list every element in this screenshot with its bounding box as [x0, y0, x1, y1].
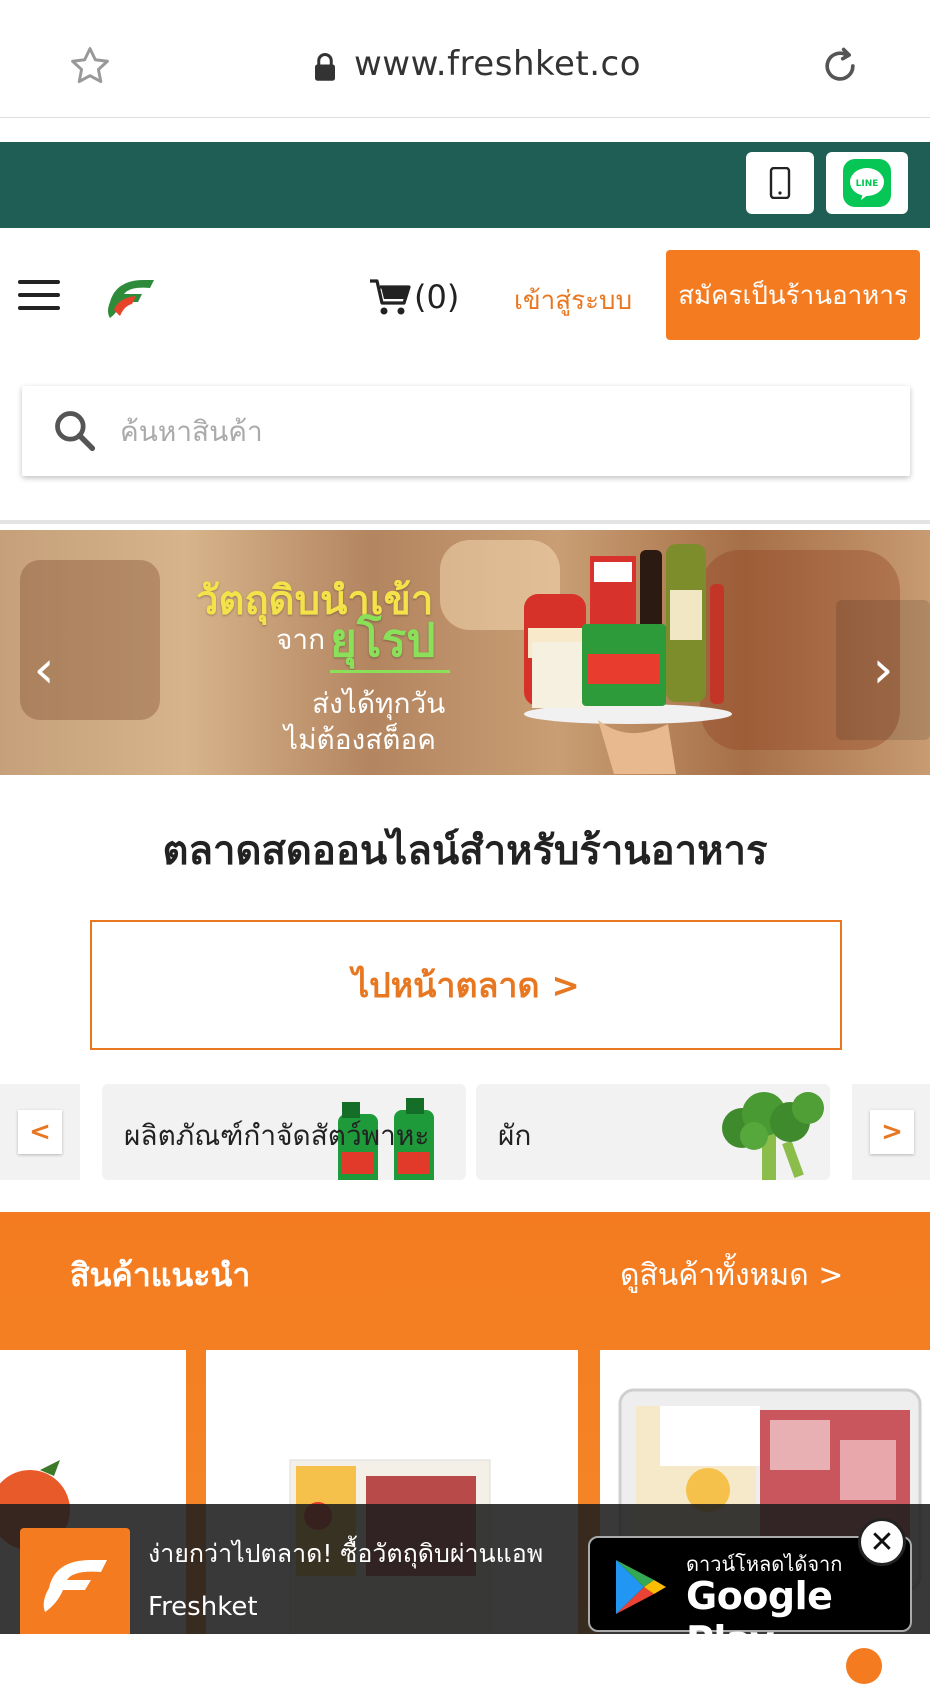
chat-bubble-icon[interactable]	[846, 1648, 882, 1684]
lock-icon	[315, 53, 335, 81]
category-card-vegetables[interactable]: ผัก	[476, 1084, 830, 1180]
hamburger-icon[interactable]	[18, 280, 60, 312]
search-box[interactable]	[22, 386, 910, 476]
freshket-logo-icon[interactable]	[102, 272, 158, 322]
url-text[interactable]: www.freshket.co	[354, 44, 641, 84]
search-icon	[55, 411, 96, 452]
view-all-link[interactable]: ดูสินค้าทั้งหมด >	[620, 1252, 843, 1299]
category-label: ผัก	[498, 1119, 532, 1152]
line-button[interactable]: LINE	[826, 152, 908, 214]
broccoli-image	[722, 1092, 824, 1180]
line-icon: LINE	[843, 159, 891, 207]
go-to-market-button[interactable]: ไปหน้าตลาด >	[90, 920, 842, 1050]
banner-subline-2: ไม่ต้องสต็อค	[284, 723, 437, 756]
divider	[0, 520, 930, 524]
cart-icon	[370, 279, 411, 315]
category-next-button[interactable]: >	[852, 1084, 930, 1180]
banner-from-text: จาก	[276, 623, 326, 656]
browser-url-bar: www.freshket.co	[0, 0, 930, 118]
reload-icon[interactable]	[818, 44, 862, 88]
contact-strip: LINE	[0, 142, 930, 228]
star-icon[interactable]	[68, 44, 112, 88]
category-card-pest-control[interactable]: ผลิตภัณฑ์กำจัดสัตว์พาหะ	[102, 1084, 466, 1180]
banner-europe-text: ยุโรป	[330, 613, 436, 667]
promo-banner[interactable]: วัตถุดิบนำเข้า จาก ยุโรป ส่งได้ทุกวัน ไม…	[0, 530, 930, 775]
category-prev-button[interactable]: <	[0, 1084, 80, 1180]
cart-count: (0)	[414, 278, 460, 316]
app-name: Freshket	[148, 1592, 258, 1622]
search-input[interactable]	[120, 406, 880, 456]
imported-products-illustration	[524, 544, 732, 774]
banner-underline	[330, 670, 450, 673]
chevron-left-icon: <	[18, 1110, 62, 1154]
register-restaurant-button[interactable]: สมัครเป็นร้านอาหาร	[666, 250, 920, 340]
freshket-app-icon[interactable]	[20, 1528, 130, 1638]
cart-button[interactable]: (0)	[368, 272, 459, 322]
banner-prev-arrow[interactable]: ‹	[14, 600, 74, 740]
line-label: LINE	[856, 179, 879, 189]
phone-icon	[769, 167, 791, 199]
close-icon[interactable]: ✕	[858, 1518, 906, 1566]
site-header: (0) เข้าสู่ระบบ สมัครเป็นร้านอาหาร	[0, 228, 930, 358]
page-headline: ตลาดสดออนไลน์สำหรับร้านอาหาร	[162, 828, 768, 874]
category-carousel: < ผลิตภัณฑ์กำจัดสัตว์พาหะ ผัก >	[0, 1084, 930, 1180]
category-label: ผลิตภัณฑ์กำจัดสัตว์พาหะ	[124, 1119, 430, 1152]
bottom-strip	[0, 1634, 930, 1684]
app-promo-text: ง่ายกว่าไปตลาด! ซื้อวัตถุดิบผ่านแอพ	[148, 1539, 544, 1568]
chevron-right-icon: >	[870, 1110, 914, 1154]
login-link[interactable]: เข้าสู่ระบบ	[514, 280, 632, 321]
google-play-icon	[616, 1560, 666, 1614]
app-install-banner: ง่ายกว่าไปตลาด! ซื้อวัตถุดิบผ่านแอพ Fres…	[0, 1504, 930, 1662]
banner-next-arrow[interactable]: ›	[836, 600, 930, 740]
recommended-title: สินค้าแนะนำ	[70, 1256, 251, 1294]
phone-button[interactable]	[746, 152, 814, 214]
